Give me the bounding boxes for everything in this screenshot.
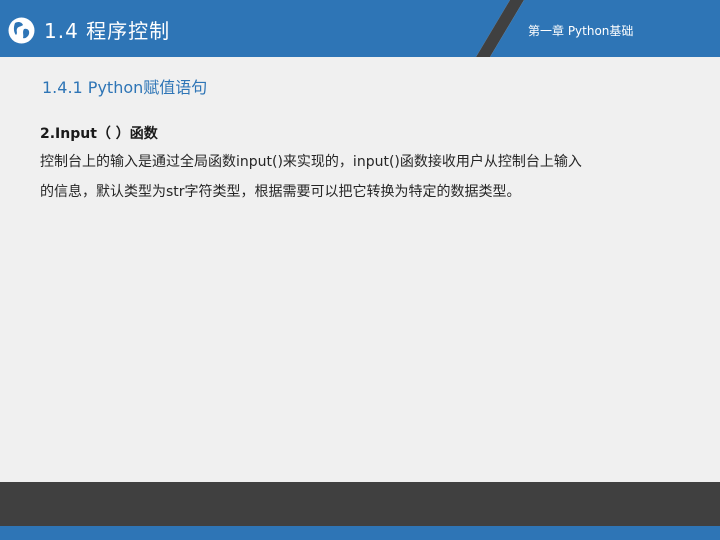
section-title: 1.4 程序控制 xyxy=(44,19,171,43)
body-paragraph: 控制台上的输入是通过全局函数input()来实现的，input()函数接收用户从… xyxy=(40,147,670,207)
footer-bar xyxy=(0,482,720,526)
slide-header: 1.4 程序控制 第一章 Python基础 xyxy=(0,0,720,57)
paragraph-line: 控制台上的输入是通过全局函数input()来实现的，input()函数接收用户从… xyxy=(40,154,582,170)
function-heading: 2.Input（ ）函数 xyxy=(40,126,158,142)
chapter-label: 第一章 Python基础 xyxy=(528,24,634,38)
globe-icon xyxy=(8,17,35,44)
paragraph-line: 的信息，默认类型为str字符类型，根据需要可以把它转换为特定的数据类型。 xyxy=(40,184,521,200)
footer-accent-strip xyxy=(0,526,720,540)
subsection-title: 1.4.1 Python赋值语句 xyxy=(42,78,208,97)
